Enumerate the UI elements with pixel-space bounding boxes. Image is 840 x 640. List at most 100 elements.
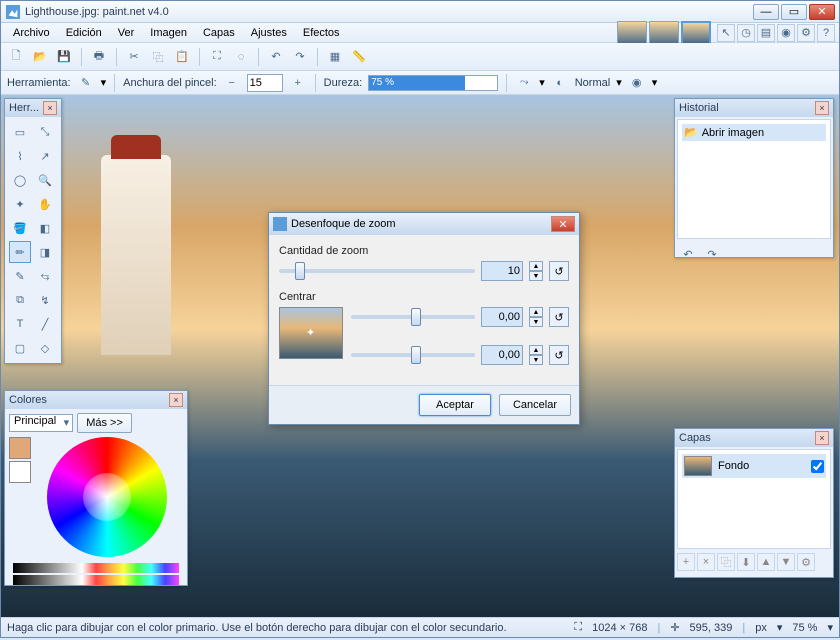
center-x-slider[interactable] [351, 315, 475, 319]
open-icon[interactable]: 📂 [31, 48, 49, 66]
move-tool[interactable]: ↗ [34, 145, 56, 167]
copy-icon[interactable]: ⿻ [149, 48, 167, 66]
pencil-tool[interactable]: ✎ [9, 265, 31, 287]
undo-icon[interactable]: ↶ [267, 48, 285, 66]
color-wheel[interactable] [47, 437, 167, 557]
grid-icon[interactable]: ▦ [326, 48, 344, 66]
ellipse-select-tool[interactable]: ◯ [9, 169, 31, 191]
center-preview[interactable] [279, 307, 343, 359]
secondary-swatch[interactable] [9, 461, 31, 483]
cy-down-icon[interactable]: ▼ [529, 355, 543, 365]
history-toggle-icon[interactable]: ◷ [737, 24, 755, 42]
text-tool[interactable]: T [9, 313, 31, 335]
menu-imagen[interactable]: Imagen [142, 25, 195, 41]
zoom-amount-input[interactable] [481, 261, 523, 281]
rect-select-tool[interactable]: ▭ [9, 121, 31, 143]
wand-tool[interactable]: ✦ [9, 193, 31, 215]
history-close-icon[interactable]: × [815, 101, 829, 115]
dialog-close-icon[interactable]: ✕ [551, 216, 575, 232]
menu-capas[interactable]: Capas [195, 25, 243, 41]
more-button[interactable]: Más >> [77, 413, 132, 433]
tools-close-icon[interactable]: × [43, 101, 57, 115]
colors-close-icon[interactable]: × [169, 393, 183, 407]
zoom-down-icon[interactable]: ▼ [529, 271, 543, 281]
cx-down-icon[interactable]: ▼ [529, 317, 543, 327]
settings-icon[interactable]: ⚙ [797, 24, 815, 42]
maximize-button[interactable]: ▭ [781, 4, 807, 20]
hardness-slider[interactable]: 75 % [368, 75, 498, 91]
gradient-tool[interactable]: ◧ [34, 217, 56, 239]
cx-up-icon[interactable]: ▲ [529, 307, 543, 317]
zoom-up-icon[interactable]: ▲ [529, 261, 543, 271]
tools-toggle-icon[interactable]: ↖ [717, 24, 735, 42]
line-tool[interactable]: ╱ [34, 313, 56, 335]
center-y-input[interactable] [481, 345, 523, 365]
close-button[interactable]: ✕ [809, 4, 835, 20]
menu-edicion[interactable]: Edición [58, 25, 110, 41]
redo-icon[interactable]: ↷ [291, 48, 309, 66]
minimize-button[interactable]: — [753, 4, 779, 20]
cut-icon[interactable]: ✂ [125, 48, 143, 66]
history-redo-icon[interactable]: ↷ [703, 245, 721, 263]
ruler-icon[interactable]: 📏 [350, 48, 368, 66]
doc-thumb-1[interactable] [617, 21, 647, 45]
layer-props-icon[interactable]: ⚙ [797, 553, 815, 571]
dup-layer-icon[interactable]: ⿻ [717, 553, 735, 571]
print-icon[interactable]: 🖶 [90, 48, 108, 66]
primary-swatch[interactable] [9, 437, 31, 459]
eraser-tool[interactable]: ◨ [34, 241, 56, 263]
picker-tool[interactable]: ⥃ [34, 265, 56, 287]
blend-mode[interactable]: Normal [575, 77, 610, 89]
color-mode-dropdown[interactable]: Principal [9, 414, 73, 432]
doc-thumb-2[interactable] [649, 21, 679, 45]
fill-icon[interactable]: ◉ [628, 74, 646, 92]
menu-ver[interactable]: Ver [110, 25, 143, 41]
blend-icon[interactable]: ◐ [551, 74, 569, 92]
clone-tool[interactable]: ⧉ [9, 289, 31, 311]
brush-width-input[interactable] [247, 74, 283, 92]
recolor-tool[interactable]: ↯ [34, 289, 56, 311]
active-tool-icon[interactable]: ✎ [77, 74, 95, 92]
cy-up-icon[interactable]: ▲ [529, 345, 543, 355]
up-layer-icon[interactable]: ▲ [757, 553, 775, 571]
history-item[interactable]: 📂Abrir imagen [682, 124, 826, 141]
delete-layer-icon[interactable]: × [697, 553, 715, 571]
zoom-tool[interactable]: 🔍 [34, 169, 56, 191]
save-icon[interactable]: 💾 [55, 48, 73, 66]
deselect-icon[interactable]: ◌ [232, 48, 250, 66]
cy-reset-icon[interactable]: ↺ [549, 345, 569, 365]
help-icon[interactable]: ? [817, 24, 835, 42]
merge-layer-icon[interactable]: ⬇ [737, 553, 755, 571]
zoom-level[interactable]: 75 % [792, 622, 817, 634]
center-y-slider[interactable] [351, 353, 475, 357]
increase-icon[interactable]: + [289, 74, 307, 92]
layer-visible-checkbox[interactable] [811, 460, 824, 473]
palette-strip[interactable] [13, 563, 179, 573]
pan-tool[interactable]: ✋ [34, 193, 56, 215]
brush-tool[interactable]: ✏ [9, 241, 31, 263]
fill-tool[interactable]: 🪣 [9, 217, 31, 239]
menu-archivo[interactable]: Archivo [5, 25, 58, 41]
history-undo-icon[interactable]: ↶ [679, 245, 697, 263]
colors-toggle-icon[interactable]: ◉ [777, 24, 795, 42]
ok-button[interactable]: Aceptar [419, 394, 491, 416]
cancel-button[interactable]: Cancelar [499, 394, 571, 416]
palette-strip-2[interactable] [13, 575, 179, 585]
rect-tool[interactable]: ▢ [9, 337, 31, 359]
layers-toggle-icon[interactable]: ▤ [757, 24, 775, 42]
crop-icon[interactable]: ⛶ [208, 48, 226, 66]
center-x-input[interactable] [481, 307, 523, 327]
lasso-tool[interactable]: ⌇ [9, 145, 31, 167]
down-layer-icon[interactable]: ▼ [777, 553, 795, 571]
menu-efectos[interactable]: Efectos [295, 25, 348, 41]
shapes-tool[interactable]: ◇ [34, 337, 56, 359]
move-sel-tool[interactable]: ⤡ [34, 121, 56, 143]
layers-close-icon[interactable]: × [815, 431, 829, 445]
antialias-icon[interactable]: ⤳ [515, 74, 533, 92]
menu-ajustes[interactable]: Ajustes [243, 25, 295, 41]
zoom-amount-slider[interactable] [279, 269, 475, 273]
paste-icon[interactable]: 📋 [173, 48, 191, 66]
px-unit[interactable]: px [755, 622, 767, 634]
doc-thumb-3[interactable] [681, 21, 711, 45]
decrease-icon[interactable]: − [223, 74, 241, 92]
